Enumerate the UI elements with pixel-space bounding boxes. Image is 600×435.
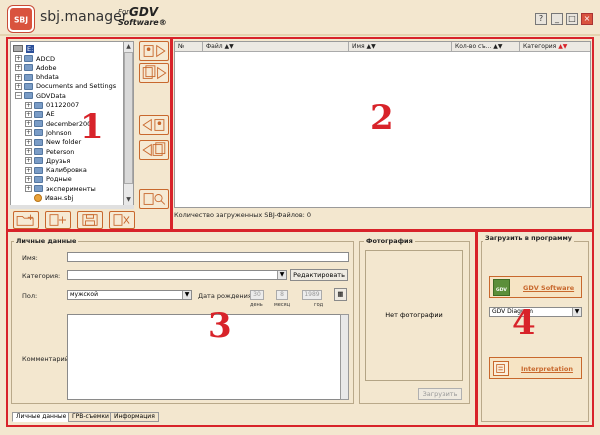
app-name: sbj.manager <box>40 9 128 25</box>
title-divider <box>0 34 600 36</box>
region-frame-3 <box>6 230 477 427</box>
app-logo-icon: SBJ <box>8 6 34 32</box>
region-number-4: 4 <box>512 303 536 343</box>
region-number-3: 3 <box>208 306 232 346</box>
region-number-2: 2 <box>370 98 394 138</box>
software-brand: Software® <box>118 18 167 27</box>
help-button[interactable]: ? <box>535 13 547 25</box>
maximize-button[interactable]: □ <box>566 13 578 25</box>
region-number-1: 1 <box>80 107 104 147</box>
svg-text:SBJ: SBJ <box>14 15 28 24</box>
gdv-brand: GDV <box>129 5 159 19</box>
close-button[interactable]: × <box>581 13 593 25</box>
for-label: For <box>118 8 130 16</box>
minimize-button[interactable]: _ <box>551 13 563 25</box>
